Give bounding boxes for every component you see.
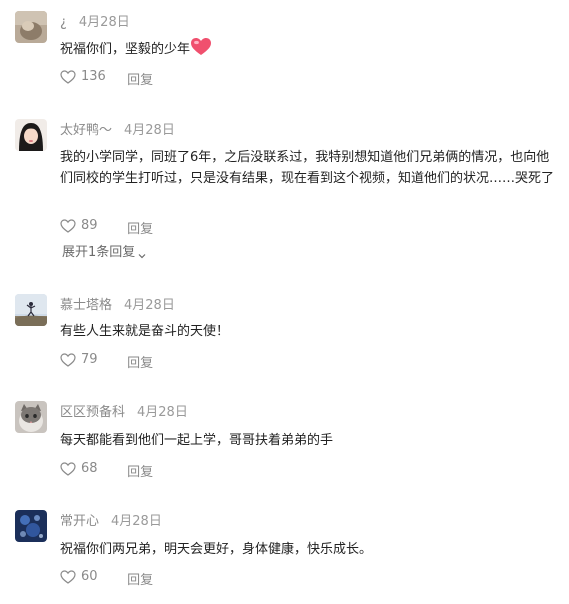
reply-button[interactable]: 回复 (127, 463, 153, 483)
comment-text: 祝福你们，坚毅的少年 (60, 38, 560, 60)
comment-meta: 区区预备科 4月28日 (60, 403, 188, 423)
heart-outline-icon (60, 462, 76, 476)
reply-button[interactable]: 回复 (127, 354, 153, 374)
like-button[interactable]: 89 (60, 216, 121, 236)
comment-text-content: 祝福你们，坚毅的少年 (60, 42, 191, 57)
like-button[interactable]: 60 (60, 567, 121, 587)
heart-outline-icon (60, 353, 76, 367)
comment-actions: 89 回复 (60, 216, 153, 237)
chevron-down-icon (137, 248, 147, 258)
comment-text: 祝福你们两兄弟，明天会更好，身体健康，快乐成长。 (60, 542, 373, 557)
username[interactable]: ¿ (60, 15, 67, 30)
expand-replies-button[interactable]: 展开1条回复 (62, 243, 147, 263)
reply-button[interactable]: 回复 (127, 571, 153, 591)
username[interactable]: 太好鸭～ (60, 123, 112, 138)
comment-actions: 68 回复 (60, 459, 153, 480)
username[interactable]: 慕士塔格 (60, 298, 112, 313)
comment-date: 4月28日 (78, 15, 130, 30)
comment-date: 4月28日 (111, 514, 162, 529)
like-button[interactable]: 68 (60, 459, 121, 479)
like-count: 89 (81, 218, 98, 233)
comment-date: 4月28日 (124, 298, 175, 313)
comment-meta: ¿ 4月28日 (60, 13, 130, 33)
reply-button[interactable]: 回复 (127, 71, 153, 91)
heart-emoji-icon (191, 38, 212, 56)
like-count: 136 (81, 69, 106, 84)
comment-text: 有些人生来就是奋斗的天使！ (60, 324, 230, 339)
comment-meta: 常开心 4月28日 (60, 512, 162, 532)
like-button[interactable]: 136 (60, 67, 121, 87)
comment-text: 我的小学同学，同班了6年，之后没联系过，我特别想知道他们兄弟俩的情况，也向他们同… (60, 150, 555, 186)
avatar[interactable] (15, 119, 47, 151)
like-count: 79 (81, 352, 98, 367)
comment-date: 4月28日 (124, 123, 175, 138)
username[interactable]: 常开心 (60, 514, 99, 529)
like-button[interactable]: 79 (60, 350, 121, 370)
comment-meta: 慕士塔格 4月28日 (60, 296, 175, 316)
like-count: 68 (81, 461, 98, 476)
comment-date: 4月28日 (137, 405, 188, 420)
avatar[interactable] (15, 510, 47, 542)
heart-outline-icon (60, 570, 76, 584)
comment-actions: 60 回复 (60, 567, 153, 588)
expand-replies-label: 展开1条回复 (62, 245, 136, 260)
comment-actions: 136 回复 (60, 67, 153, 88)
avatar[interactable] (15, 294, 47, 326)
comment-text: 每天都能看到他们一起上学，哥哥扶着弟弟的手 (60, 433, 334, 448)
comment-meta: 太好鸭～ 4月28日 (60, 121, 175, 141)
avatar[interactable] (15, 11, 47, 43)
comment-actions: 79 回复 (60, 350, 153, 371)
username[interactable]: 区区预备科 (60, 405, 125, 420)
heart-outline-icon (60, 70, 76, 84)
like-count: 60 (81, 569, 98, 584)
avatar[interactable] (15, 401, 47, 433)
reply-button[interactable]: 回复 (127, 220, 153, 240)
heart-outline-icon (60, 219, 76, 233)
